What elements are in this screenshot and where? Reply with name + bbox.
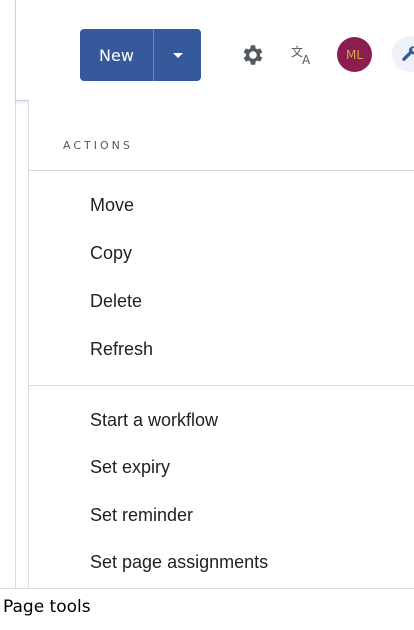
menu-section-title: ACTIONS bbox=[63, 139, 133, 152]
new-button[interactable]: New bbox=[80, 29, 154, 81]
screenshot-frame: New 文 A ML ACTIONS Move Copy Delete Refr… bbox=[0, 0, 414, 630]
menu-item-set-reminder[interactable]: Set reminder bbox=[90, 505, 193, 526]
menu-item-delete[interactable]: Delete bbox=[90, 291, 142, 312]
page-tools-button[interactable] bbox=[392, 36, 414, 72]
actions-menu: ACTIONS Move Copy Delete Refresh Start a… bbox=[28, 100, 414, 588]
user-avatar[interactable]: ML bbox=[337, 37, 372, 72]
menu-divider bbox=[29, 170, 414, 171]
translate-button[interactable]: 文 A bbox=[288, 40, 318, 70]
translate-icon: 文 A bbox=[291, 44, 311, 67]
new-button-group: New bbox=[80, 29, 201, 81]
new-dropdown-button[interactable] bbox=[154, 29, 201, 81]
settings-button[interactable] bbox=[237, 40, 267, 70]
menu-item-start-workflow[interactable]: Start a workflow bbox=[90, 410, 218, 431]
menu-divider bbox=[29, 385, 414, 386]
caret-down-icon bbox=[172, 52, 183, 58]
menu-item-copy[interactable]: Copy bbox=[90, 243, 132, 264]
wrench-icon bbox=[402, 46, 414, 61]
svg-text:A: A bbox=[302, 53, 311, 67]
menu-item-set-page-assignments[interactable]: Set page assignments bbox=[90, 552, 268, 573]
menu-item-move[interactable]: Move bbox=[90, 195, 134, 216]
menu-item-set-expiry[interactable]: Set expiry bbox=[90, 457, 170, 478]
caption-bar: Page tools bbox=[0, 588, 414, 630]
page-tools-caption: Page tools bbox=[3, 597, 91, 617]
gear-icon bbox=[243, 45, 263, 65]
top-toolbar: New 文 A ML bbox=[16, 0, 414, 101]
menu-item-refresh[interactable]: Refresh bbox=[90, 339, 153, 360]
